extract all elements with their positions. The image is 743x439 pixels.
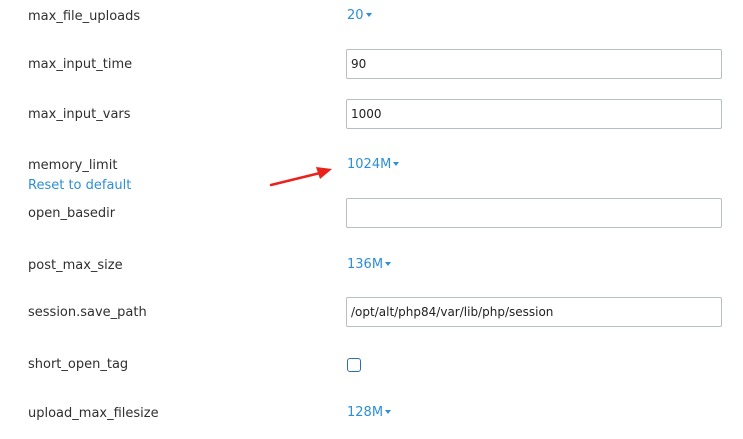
max-input-vars-label: max_input_vars [28, 107, 131, 122]
max-input-vars-input[interactable] [346, 99, 722, 129]
memory-limit-label: memory_limit [28, 158, 118, 173]
session-save-path-input[interactable] [346, 297, 722, 327]
short-open-tag-checkbox[interactable] [347, 358, 361, 372]
max-input-time-input[interactable] [346, 49, 722, 79]
upload-max-filesize-dropdown[interactable]: 128M [347, 405, 392, 421]
chevron-down-icon [385, 261, 392, 266]
post-max-size-dropdown[interactable]: 136M [347, 257, 392, 273]
memory-limit-dropdown[interactable]: 1024M [347, 157, 400, 173]
max-file-uploads-value: 20 [347, 8, 364, 23]
upload-max-filesize-value: 128M [347, 405, 384, 420]
session-save-path-label: session.save_path [28, 305, 147, 320]
max-file-uploads-dropdown[interactable]: 20 [347, 8, 372, 24]
chevron-down-icon [385, 409, 392, 414]
php-settings-panel: max_file_uploads 20 max_input_time max_i… [0, 0, 743, 439]
open-basedir-label: open_basedir [28, 206, 116, 221]
reset-to-default-link[interactable]: Reset to default [28, 178, 131, 194]
max-input-time-label: max_input_time [28, 57, 133, 72]
memory-limit-value: 1024M [347, 157, 392, 172]
short-open-tag-label: short_open_tag [28, 357, 129, 372]
post-max-size-value: 136M [347, 257, 384, 272]
chevron-down-icon [365, 12, 372, 17]
annotation-arrow-icon [269, 167, 332, 187]
max-file-uploads-label: max_file_uploads [28, 9, 141, 24]
chevron-down-icon [393, 161, 400, 166]
upload-max-filesize-label: upload_max_filesize [28, 406, 159, 421]
open-basedir-input[interactable] [346, 198, 722, 228]
post-max-size-label: post_max_size [28, 258, 123, 273]
